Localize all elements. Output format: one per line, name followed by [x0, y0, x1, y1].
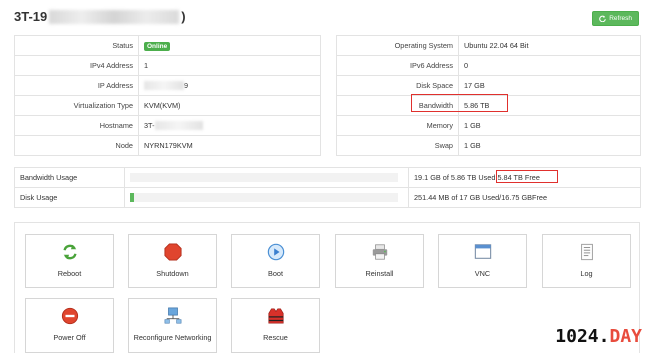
bandwidth-free-text: 5.84 TB Free [497, 173, 540, 182]
usage-table: Bandwidth Usage 19.1 GB of 5.86 TB Used … [14, 167, 641, 208]
reinstall-button[interactable]: Reinstall [335, 234, 424, 288]
window-icon [474, 244, 491, 259]
stop-icon [163, 243, 182, 261]
virtualization-value: KVM(KVM) [138, 95, 321, 116]
boot-button[interactable]: Boot [231, 234, 320, 288]
ipv4-value: 1 [138, 55, 321, 76]
disk-usage-text: 251.44 MB of 17 GB Used/16.75 GBFree [408, 187, 641, 208]
table-row: Disk Usage 251.44 MB of 17 GB Used/16.75… [14, 187, 641, 208]
title-redaction [49, 9, 180, 24]
disk-usage-label: Disk Usage [14, 187, 125, 208]
ipv6-value: 0 [458, 55, 641, 76]
ip-label: IP Address [14, 75, 139, 96]
memory-value: 1 GB [458, 115, 641, 136]
ipv6-label: IPv6 Address [336, 55, 459, 76]
disk-progress-fill [130, 193, 135, 202]
hostname-label: Hostname [14, 115, 139, 136]
node-value: NYRN179KVM [138, 135, 321, 156]
ip-value: 9 [184, 80, 189, 90]
bandwidth-highlight [411, 94, 508, 112]
shutdown-button[interactable]: Shutdown [128, 234, 217, 288]
rescue-button[interactable]: Rescue [231, 298, 320, 353]
os-value: Ubuntu 22.04 64 Bit [458, 35, 641, 56]
power-off-label: Power Off [53, 333, 86, 342]
node-label: Node [14, 135, 139, 156]
table-row: IP Address 9 [14, 75, 321, 96]
reconfigure-networking-label: Reconfigure Networking [133, 333, 212, 342]
disk-space-value: 17 GB [458, 75, 641, 96]
table-row: IPv4 Address 1 [14, 55, 321, 76]
vnc-button[interactable]: VNC [438, 234, 527, 288]
status-label: Status [14, 35, 139, 56]
vnc-label: VNC [474, 269, 491, 278]
title-prefix: 3T-19 [14, 9, 48, 24]
table-row: Virtualization Type KVM(KVM) [14, 95, 321, 116]
power-off-icon [61, 307, 78, 325]
reboot-button[interactable]: Reboot [25, 234, 114, 288]
refresh-label: Refresh [609, 15, 632, 22]
table-row: Operating System Ubuntu 22.04 64 Bit [336, 35, 641, 56]
network-icon [164, 307, 181, 324]
ip-redaction [144, 81, 184, 91]
power-off-button[interactable]: Power Off [25, 298, 114, 353]
table-row: Swap 1 GB [336, 135, 641, 156]
memory-label: Memory [336, 115, 459, 136]
printer-icon [372, 244, 387, 260]
table-row: Memory 1 GB [336, 115, 641, 136]
log-button[interactable]: Log [542, 234, 631, 288]
bandwidth-progress-bar [130, 173, 398, 182]
log-label: Log [580, 269, 593, 278]
life-jacket-icon [267, 308, 284, 324]
document-icon [580, 243, 593, 261]
virtualization-label: Virtualization Type [14, 95, 139, 116]
ipv4-label: IPv4 Address [14, 55, 139, 76]
table-row: IPv6 Address 0 [336, 55, 641, 76]
refresh-icon [599, 15, 607, 22]
os-label: Operating System [336, 35, 459, 56]
bandwidth-used-text: 19.1 GB of 5.86 TB Used [414, 173, 496, 182]
watermark-logo: 1024.DAY [555, 326, 642, 347]
reboot-label: Reboot [57, 269, 82, 278]
swap-label: Swap [336, 135, 459, 156]
hostname-redaction [154, 121, 203, 131]
status-badge: Online [144, 42, 171, 51]
table-row: Disk Space 17 GB [336, 75, 641, 96]
hostname-value: 3T- [144, 120, 155, 130]
reconfigure-networking-button[interactable]: Reconfigure Networking [128, 298, 217, 353]
title-suffix: ) [181, 9, 186, 24]
reinstall-label: Reinstall [365, 269, 394, 278]
boot-label: Boot [267, 269, 283, 278]
bandwidth-usage-label: Bandwidth Usage [14, 167, 125, 188]
table-row: Hostname 3T- [14, 115, 321, 136]
table-row: Node NYRN179KVM [14, 135, 321, 156]
rescue-label: Rescue [263, 333, 288, 342]
page-title: 3T-19 ) [14, 9, 186, 24]
table-row: Status Online [14, 35, 321, 56]
table-row: Bandwidth Usage 19.1 GB of 5.86 TB Used … [14, 167, 641, 188]
shutdown-label: Shutdown [156, 269, 189, 278]
play-icon [267, 243, 284, 261]
disk-space-label: Disk Space [336, 75, 459, 96]
refresh-icon [62, 244, 77, 260]
swap-value: 1 GB [458, 135, 641, 156]
disk-progress-bar [130, 193, 398, 202]
server-info-table-left: Status Online IPv4 Address 1 IP Address … [14, 35, 321, 156]
refresh-button[interactable]: Refresh [592, 11, 639, 26]
